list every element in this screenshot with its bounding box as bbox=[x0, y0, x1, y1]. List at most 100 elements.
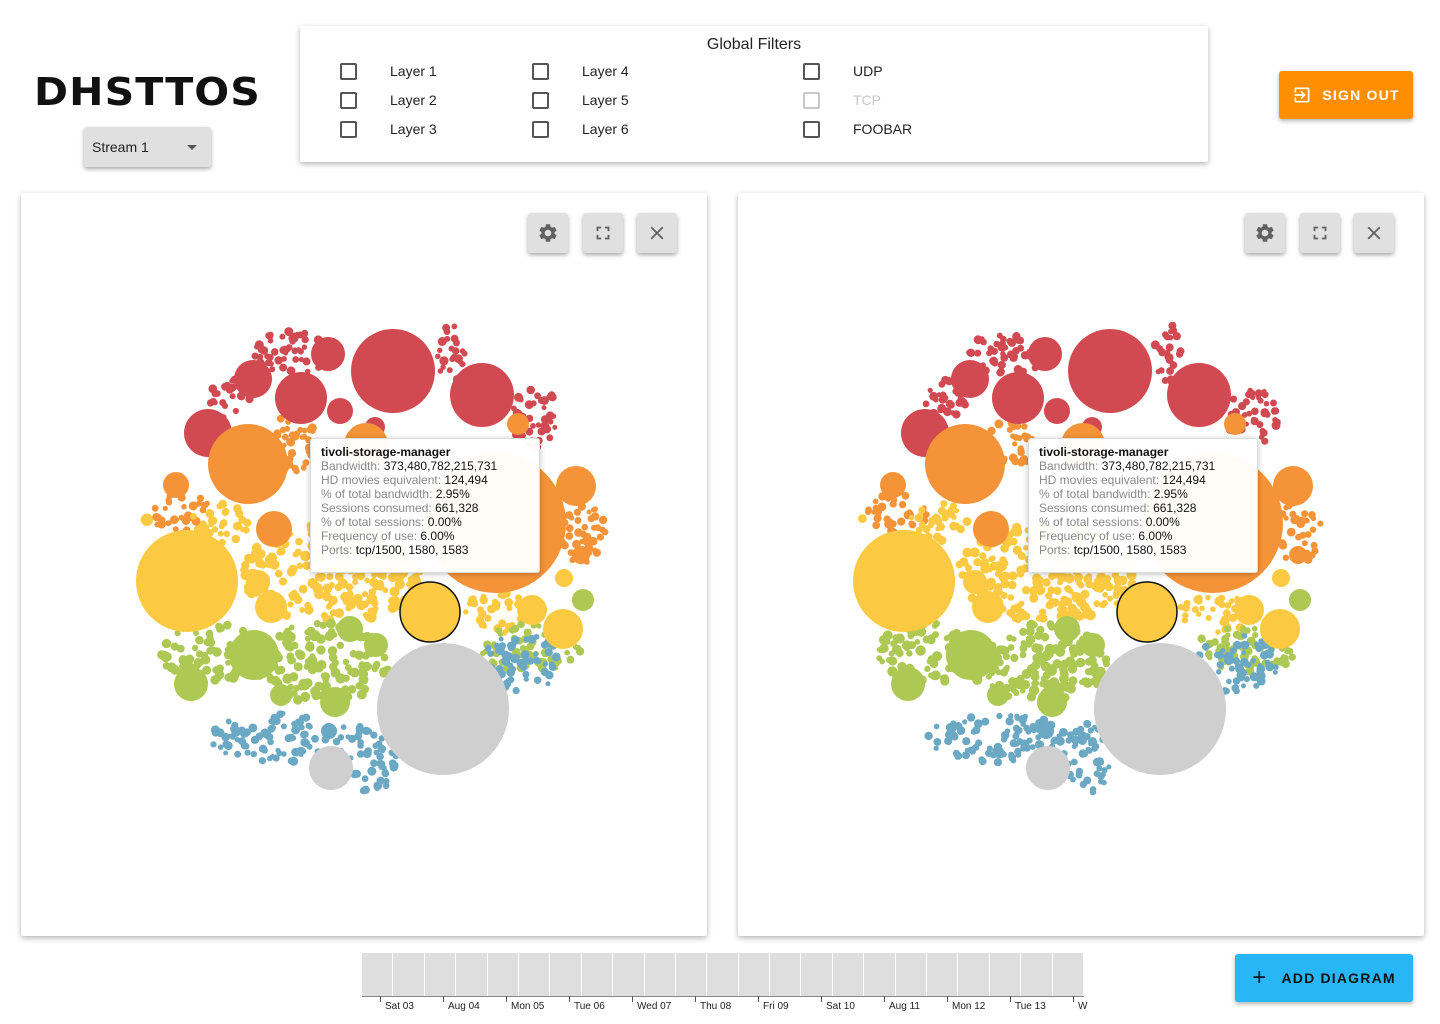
bubble[interactable] bbox=[546, 434, 554, 442]
bubble[interactable] bbox=[300, 550, 311, 562]
bubble[interactable] bbox=[289, 657, 297, 664]
bubble[interactable] bbox=[1218, 601, 1226, 609]
bubble[interactable] bbox=[390, 761, 399, 770]
bubble[interactable] bbox=[359, 661, 365, 668]
bubble[interactable] bbox=[1176, 347, 1185, 356]
bubble[interactable] bbox=[512, 687, 520, 695]
bubble[interactable] bbox=[1020, 680, 1031, 690]
bubble[interactable] bbox=[356, 750, 365, 758]
bubble[interactable] bbox=[1018, 460, 1025, 467]
bubble[interactable] bbox=[858, 514, 867, 523]
bubble[interactable] bbox=[586, 509, 592, 515]
bubble[interactable] bbox=[872, 521, 881, 530]
bubble[interactable] bbox=[937, 506, 946, 515]
bubble[interactable] bbox=[140, 513, 154, 526]
bubble[interactable] bbox=[872, 504, 879, 512]
bubble[interactable] bbox=[1216, 669, 1222, 675]
bubble[interactable] bbox=[271, 725, 276, 731]
bubble[interactable] bbox=[951, 514, 957, 520]
bubble[interactable] bbox=[346, 590, 354, 599]
bubble[interactable] bbox=[163, 472, 189, 498]
bubble[interactable] bbox=[1116, 581, 1178, 643]
bubble[interactable] bbox=[309, 746, 353, 790]
bubble[interactable] bbox=[1050, 663, 1058, 671]
timeline-cell[interactable] bbox=[518, 953, 551, 996]
bubble[interactable] bbox=[545, 681, 551, 687]
bubble[interactable] bbox=[304, 605, 314, 615]
bubble[interactable] bbox=[547, 419, 554, 425]
bubble[interactable] bbox=[261, 748, 267, 754]
bubble[interactable] bbox=[1025, 728, 1032, 735]
bubble[interactable] bbox=[956, 525, 965, 534]
bubble[interactable] bbox=[342, 598, 349, 605]
bubble[interactable] bbox=[1272, 407, 1280, 415]
bubble[interactable] bbox=[1093, 600, 1101, 607]
bubble[interactable] bbox=[166, 662, 177, 673]
bubble[interactable] bbox=[289, 595, 296, 601]
bubble[interactable] bbox=[297, 426, 304, 433]
bubble[interactable] bbox=[223, 750, 229, 756]
bubble[interactable] bbox=[978, 756, 985, 763]
timeline-cell[interactable] bbox=[613, 953, 645, 996]
bubble[interactable] bbox=[1290, 515, 1299, 525]
bubble[interactable] bbox=[1223, 625, 1231, 633]
bubble[interactable] bbox=[270, 719, 277, 726]
filter-checkbox[interactable] bbox=[340, 120, 357, 138]
bubble[interactable] bbox=[1226, 678, 1232, 685]
bubble[interactable] bbox=[259, 561, 265, 568]
close-panel-button[interactable] bbox=[637, 213, 677, 253]
bubble[interactable] bbox=[258, 757, 266, 765]
bubble[interactable] bbox=[996, 712, 1003, 720]
stream-select[interactable]: Stream 1 bbox=[84, 127, 211, 167]
bubble[interactable] bbox=[1310, 541, 1318, 549]
bubble[interactable] bbox=[536, 623, 542, 629]
bubble[interactable] bbox=[1234, 662, 1242, 670]
bubble[interactable] bbox=[377, 643, 509, 775]
bubble[interactable] bbox=[334, 608, 345, 618]
bubble[interactable] bbox=[1260, 429, 1268, 437]
bubble[interactable] bbox=[213, 674, 222, 683]
bubble[interactable] bbox=[933, 396, 939, 403]
bubble[interactable] bbox=[266, 674, 276, 684]
bubble[interactable] bbox=[279, 363, 288, 372]
bubble[interactable] bbox=[551, 652, 561, 662]
bubble[interactable] bbox=[1289, 589, 1311, 611]
bubble[interactable] bbox=[1206, 654, 1213, 661]
bubble[interactable] bbox=[1106, 595, 1113, 602]
bubble[interactable] bbox=[1012, 522, 1022, 533]
bubble[interactable] bbox=[1075, 767, 1084, 776]
timeline-cell[interactable] bbox=[456, 953, 488, 996]
bubble[interactable] bbox=[1251, 416, 1256, 422]
bubble[interactable] bbox=[195, 635, 204, 645]
bubble[interactable] bbox=[1273, 422, 1280, 429]
bubble[interactable] bbox=[908, 514, 915, 521]
bubble[interactable] bbox=[1018, 609, 1025, 616]
bubble[interactable] bbox=[1010, 604, 1020, 614]
bubble[interactable] bbox=[1089, 658, 1096, 665]
bubble[interactable] bbox=[286, 438, 294, 446]
bubble[interactable] bbox=[952, 410, 961, 419]
bubble[interactable] bbox=[389, 586, 400, 597]
bubble[interactable] bbox=[300, 738, 310, 747]
bubble[interactable] bbox=[1217, 594, 1226, 602]
bubble[interactable] bbox=[592, 506, 598, 512]
bubble[interactable] bbox=[1034, 645, 1041, 653]
bubble[interactable] bbox=[321, 723, 337, 739]
bubble[interactable] bbox=[535, 422, 542, 428]
bubble[interactable] bbox=[1256, 421, 1264, 429]
bubble[interactable] bbox=[1227, 652, 1234, 660]
bubble[interactable] bbox=[1081, 633, 1105, 657]
bubble[interactable] bbox=[1044, 649, 1054, 659]
bubble[interactable] bbox=[444, 335, 451, 342]
bubble[interactable] bbox=[212, 647, 222, 657]
bubble[interactable] bbox=[566, 655, 575, 664]
bubble[interactable] bbox=[1000, 351, 1006, 357]
bubble[interactable] bbox=[964, 747, 970, 753]
bubble[interactable] bbox=[1288, 653, 1296, 661]
timeline-cell[interactable] bbox=[424, 953, 457, 996]
bubble[interactable] bbox=[349, 650, 358, 658]
bubble[interactable] bbox=[1042, 671, 1051, 680]
bubble[interactable] bbox=[280, 723, 287, 730]
bubble[interactable] bbox=[997, 360, 1006, 370]
bubble[interactable] bbox=[1058, 600, 1066, 609]
